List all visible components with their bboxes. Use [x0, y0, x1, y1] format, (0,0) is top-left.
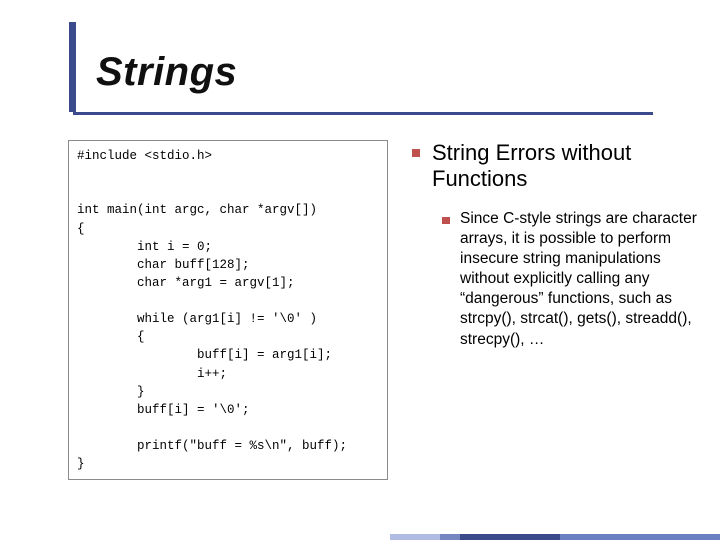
body-text: Since C-style strings are character arra… — [460, 209, 698, 350]
slide-title: Strings — [96, 50, 237, 95]
code-block: #include <stdio.h> int main(int argc, ch… — [68, 140, 388, 480]
body-row: Since C-style strings are character arra… — [442, 209, 698, 350]
title-underline — [73, 112, 653, 115]
title-block: Strings — [72, 50, 213, 95]
section-heading: String Errors without Functions — [432, 140, 698, 193]
decorative-stripe — [390, 534, 460, 540]
bullet-icon — [442, 217, 450, 224]
title-accent-bar — [69, 22, 76, 112]
slide: Strings #include <stdio.h> int main(int … — [0, 0, 720, 540]
heading-row: String Errors without Functions — [412, 140, 698, 193]
bullet-icon — [412, 149, 420, 157]
right-column: String Errors without Functions Since C-… — [412, 140, 698, 350]
